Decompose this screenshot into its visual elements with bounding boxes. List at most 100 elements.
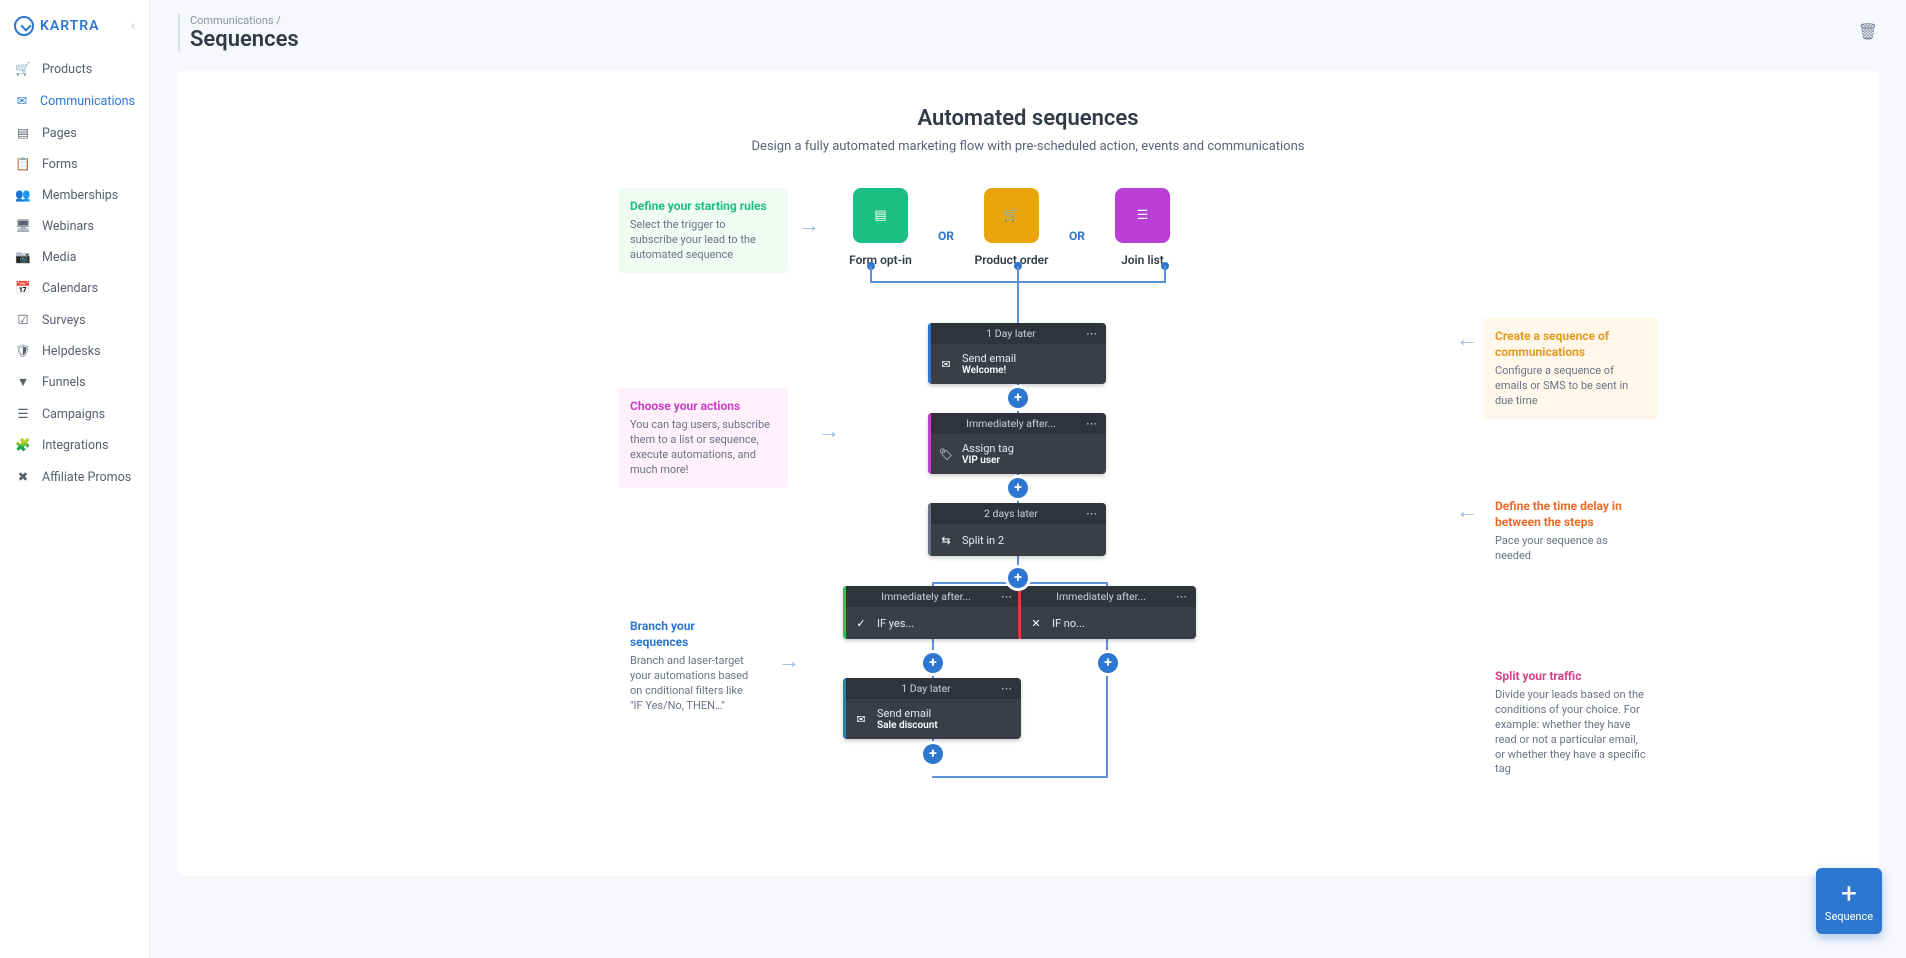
callout-split-traffic: Split your traffic Divide your leads bas…: [1483, 658, 1658, 787]
callout-title: Split your traffic: [1495, 668, 1646, 684]
step-if-yes[interactable]: Immediately after...⋯ ✓ IF yes...: [843, 586, 1021, 639]
sidebar-item-affiliate-promos[interactable]: ✖ Affiliate Promos: [0, 461, 149, 493]
x-icon: ✕: [1028, 615, 1044, 631]
nav-list: 🛒Products ✉Communications ▤Pages 📋Forms …: [0, 54, 149, 493]
sidebar-item-pages[interactable]: ▤Pages: [0, 117, 149, 149]
hero-title: Automated sequences: [218, 106, 1838, 131]
sidebar-item-label: Products: [42, 62, 92, 77]
connector-lines: [843, 260, 1193, 300]
add-step-button[interactable]: +: [923, 744, 943, 764]
step-send-email-sale[interactable]: 1 Day later⋯ ✉Send emailSale discount: [843, 678, 1021, 739]
sidebar-item-label: Integrations: [42, 438, 108, 453]
step-more-icon[interactable]: ⋯: [1086, 327, 1098, 340]
sidebar-item-label: Calendars: [42, 281, 98, 296]
sidebar-item-label: Campaigns: [42, 407, 105, 422]
sidebar-item-label: Media: [42, 250, 76, 265]
arrow-left-icon: ←: [1456, 498, 1478, 524]
mail-icon: ✉: [853, 711, 869, 727]
page-title: Sequences: [190, 27, 299, 52]
logo: KARTRA ‹: [0, 12, 149, 54]
tag-icon: 🏷: [938, 446, 954, 462]
step-time: 1 Day later: [936, 327, 1086, 340]
split-icon: ⇆: [938, 532, 954, 548]
sidebar-item-forms[interactable]: 📋Forms: [0, 149, 149, 180]
step-if-no[interactable]: Immediately after...⋯ ✕ IF no...: [1018, 586, 1196, 639]
badge-icon: ✖: [14, 469, 32, 485]
cart-icon: 🛒: [1003, 208, 1019, 223]
collapse-sidebar-icon[interactable]: ‹: [131, 18, 135, 34]
step-assign-tag[interactable]: Immediately after...⋯ 🏷Assign tagVIP use…: [928, 413, 1106, 474]
sidebar-item-surveys[interactable]: ☑Surveys: [0, 304, 149, 336]
callout-title: Branch your sequences: [630, 618, 756, 650]
form-icon: ▤: [874, 208, 886, 223]
callout-title: Define your starting rules: [630, 198, 776, 214]
step-action: Send email: [962, 352, 1016, 365]
sidebar-item-funnels[interactable]: ▼Funnels: [0, 367, 149, 398]
step-detail: Sale discount: [877, 720, 938, 731]
sidebar-item-products[interactable]: 🛒 Products: [0, 54, 149, 85]
step-action: Send email: [877, 707, 938, 720]
trigger-join-list[interactable]: ☰ Join list: [1105, 188, 1180, 267]
callout-title: Define the time delay in between the ste…: [1495, 498, 1646, 530]
callout-time-delay: Define the time delay in between the ste…: [1483, 488, 1658, 574]
arrow-left-icon: ←: [1456, 326, 1478, 352]
sidebar-item-media[interactable]: 📷 Media: [0, 242, 149, 273]
new-sequence-button[interactable]: + Sequence: [1816, 868, 1882, 934]
delete-button[interactable]: 🗑: [1858, 14, 1878, 41]
callout-branch-sequences: Branch your sequences Branch and laser-t…: [618, 608, 768, 724]
or-separator: OR: [938, 229, 954, 243]
sidebar-item-integrations[interactable]: 🧩Integrations: [0, 430, 149, 461]
sidebar-item-webinars[interactable]: 🖥Webinars: [0, 211, 149, 242]
sidebar-item-label: Memberships: [42, 188, 118, 203]
step-more-icon[interactable]: ⋯: [1001, 590, 1013, 603]
callout-choose-actions: Choose your actions You can tag users, s…: [618, 388, 788, 488]
brand-name: KARTRA: [40, 18, 100, 34]
sidebar-item-memberships[interactable]: 👥Memberships: [0, 180, 149, 211]
trigger-product-order[interactable]: 🛒 Product order: [974, 188, 1049, 267]
logo-mark-icon: [14, 16, 34, 36]
callout-body: Divide your leads based on the condition…: [1495, 688, 1646, 777]
step-time: Immediately after...: [1026, 590, 1176, 603]
sidebar-item-calendars[interactable]: 📅Calendars: [0, 273, 149, 304]
step-more-icon[interactable]: ⋯: [1086, 417, 1098, 430]
step-more-icon[interactable]: ⋯: [1001, 682, 1013, 695]
sidebar-item-label: Helpdesks: [42, 344, 101, 359]
check-icon: ✓: [853, 615, 869, 631]
list-icon: ☰: [1137, 208, 1149, 223]
step-time: Immediately after...: [936, 417, 1086, 430]
lifebuoy-icon: 🛡: [14, 344, 32, 359]
step-send-email-welcome[interactable]: 1 Day later⋯ ✉Send emailWelcome!: [928, 323, 1106, 384]
add-step-button[interactable]: +: [1008, 568, 1028, 588]
add-step-button[interactable]: +: [1008, 388, 1028, 408]
cart-icon: 🛒: [14, 62, 32, 77]
step-time: Immediately after...: [851, 590, 1001, 603]
hero-subtitle: Design a fully automated marketing flow …: [218, 139, 1838, 154]
sidebar-item-communications[interactable]: ✉Communications: [0, 85, 149, 117]
step-time: 2 days later: [936, 507, 1086, 520]
screen-icon: 🖥: [14, 219, 32, 234]
sidebar-item-helpdesks[interactable]: 🛡 Helpdesks: [0, 336, 149, 367]
step-action: Assign tag: [962, 442, 1014, 455]
step-action: IF no...: [1052, 617, 1085, 630]
image-icon: 📷: [14, 250, 32, 265]
step-split[interactable]: 2 days later⋯ ⇆ Split in 2: [928, 503, 1106, 556]
add-step-button[interactable]: +: [923, 653, 943, 673]
sidebar-item-campaigns[interactable]: ☰Campaigns: [0, 398, 149, 430]
callout-body: Configure a sequence of emails or SMS to…: [1495, 364, 1646, 409]
connector-line: [1017, 298, 1019, 326]
sidebar-item-label: Communications: [40, 94, 135, 109]
step-action: IF yes...: [877, 617, 914, 630]
step-more-icon[interactable]: ⋯: [1086, 507, 1098, 520]
step-action: Split in 2: [962, 534, 1004, 547]
trigger-form-optin[interactable]: ▤ Form opt-in: [843, 188, 918, 267]
add-step-button[interactable]: +: [1008, 478, 1028, 498]
callout-create-sequence: Create a sequence of communications Conf…: [1483, 318, 1658, 419]
arrow-right-icon: →: [818, 418, 840, 444]
add-step-button[interactable]: +: [1098, 653, 1118, 673]
step-more-icon[interactable]: ⋯: [1176, 590, 1188, 603]
fab-label: Sequence: [1825, 910, 1873, 923]
callout-starting-rules: Define your starting rules Select the tr…: [618, 188, 788, 273]
arrow-right-icon: →: [778, 648, 800, 674]
content-canvas: Automated sequences Design a fully autom…: [178, 70, 1878, 876]
sidebar-item-label: Affiliate Promos: [42, 470, 131, 485]
